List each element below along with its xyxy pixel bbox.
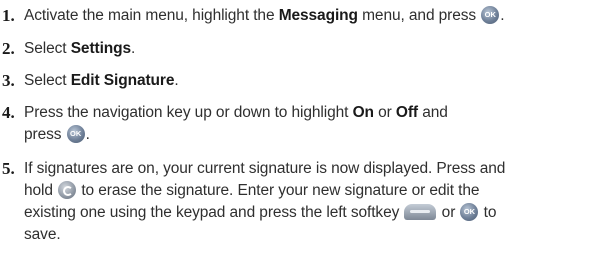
step-number: 1. xyxy=(2,6,15,25)
emphasized-term: On xyxy=(352,104,374,121)
emphasized-term: Off xyxy=(395,104,418,121)
clear-key-icon xyxy=(58,180,77,199)
step-text-run: press xyxy=(24,126,66,143)
step-text-run: or xyxy=(373,104,396,121)
step-text: If signatures are on, your current signa… xyxy=(24,158,595,246)
step-text: Press the navigation key up or down to h… xyxy=(24,102,595,146)
step-text-run: existing one using the keypad and press … xyxy=(24,204,404,221)
step-text-run: If signatures are on, your current signa… xyxy=(24,160,506,177)
step-text-run: Activate the main menu, highlight the xyxy=(24,7,279,24)
emphasized-term: Edit Signature xyxy=(70,72,175,89)
step-text-run: save. xyxy=(24,226,61,243)
step-number: 5. xyxy=(2,159,15,178)
instruction-document: 1. Activate the main menu, highlight the… xyxy=(0,0,599,259)
ok-key-icon: OK xyxy=(481,5,500,24)
step-text: Select Edit Signature. xyxy=(24,70,595,92)
step-text-run: . xyxy=(131,40,136,57)
step-text-run: Select xyxy=(24,72,71,89)
ok-key-icon: OK xyxy=(66,124,85,143)
step-number: 4. xyxy=(2,103,15,122)
step-text-run: menu, and press xyxy=(357,7,481,24)
emphasized-term: Messaging xyxy=(278,7,358,24)
step-text: Activate the main menu, highlight the Me… xyxy=(24,5,595,27)
step-text-run: . xyxy=(85,126,90,143)
left-softkey-icon xyxy=(404,203,437,220)
ok-key-icon: OK xyxy=(460,202,479,221)
step-text-run: Press the navigation key up or down to h… xyxy=(24,104,353,121)
step-text-run: and xyxy=(417,104,448,121)
step-text-run: . xyxy=(500,7,505,24)
step-text-run: . xyxy=(174,72,179,89)
step-text-run: to xyxy=(479,204,497,221)
step-text: Select Settings. xyxy=(24,38,595,60)
step-text-run: Select xyxy=(24,40,71,57)
step-text-run: to erase the signature. Enter your new s… xyxy=(77,182,480,199)
step-text-run: or xyxy=(437,204,460,221)
step-text-run: hold xyxy=(24,182,58,199)
step-number: 3. xyxy=(2,71,15,90)
emphasized-term: Settings xyxy=(70,40,132,57)
step-number: 2. xyxy=(2,39,15,58)
